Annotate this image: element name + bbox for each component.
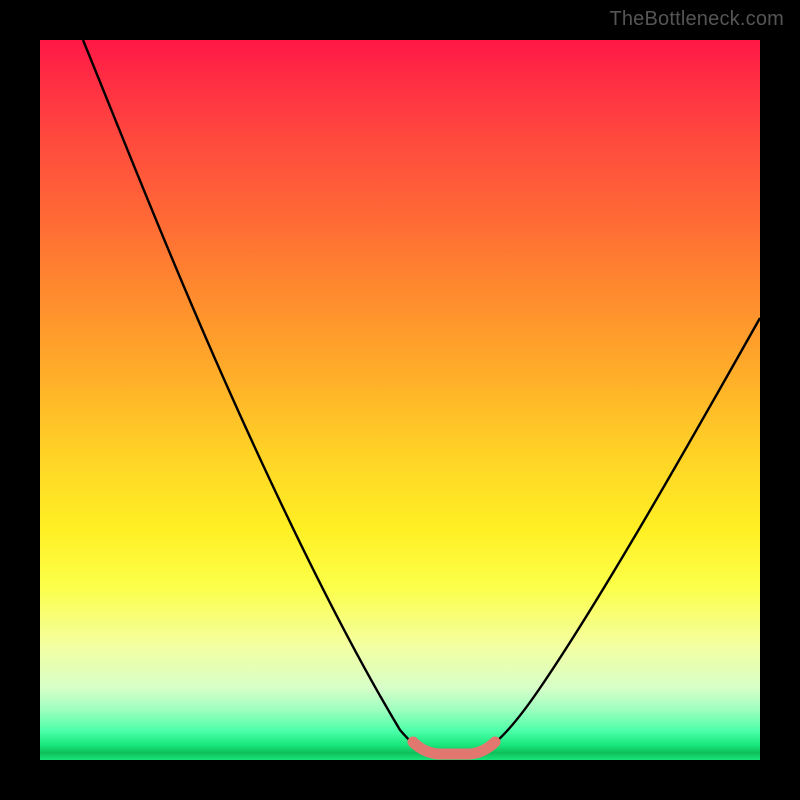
watermark-label: TheBottleneck.com — [609, 8, 784, 31]
curve-right — [480, 318, 760, 752]
chart-frame: TheBottleneck.com — [0, 0, 800, 800]
curve-left — [83, 40, 426, 752]
curve-layer — [40, 40, 760, 760]
highlight-segment — [413, 742, 495, 754]
plot-area — [40, 40, 760, 760]
